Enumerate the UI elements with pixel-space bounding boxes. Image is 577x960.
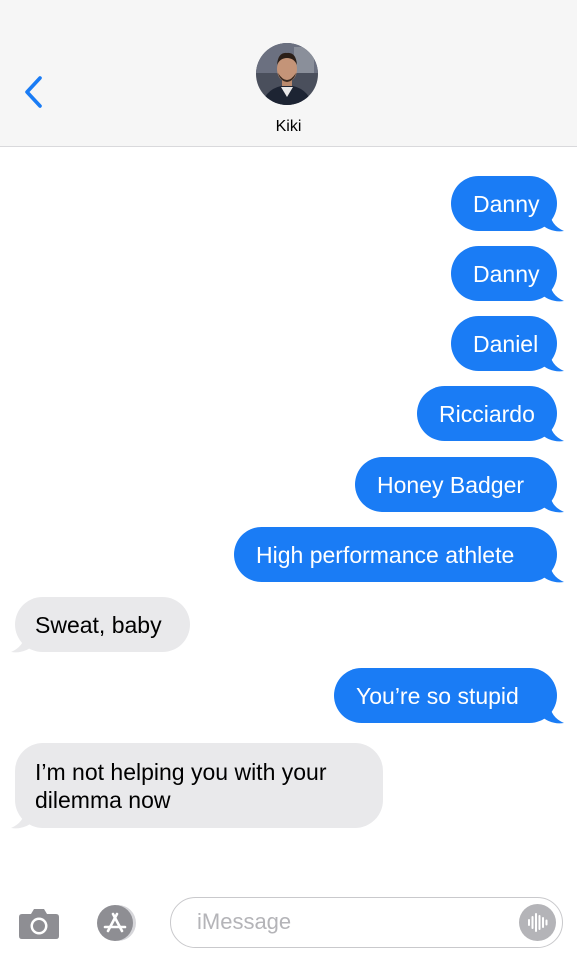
- bubble-tail: [540, 421, 564, 442]
- bubble-tail: [11, 632, 35, 653]
- message-text: I’m not helping you with your dilemma no…: [35, 758, 327, 813]
- message-text: You’re so stupid: [356, 682, 519, 709]
- message-bubble-sent[interactable]: Honey Badger: [355, 457, 557, 512]
- camera-icon: [19, 909, 59, 939]
- audio-message-button[interactable]: [519, 904, 556, 941]
- message-text: Danny: [473, 190, 540, 217]
- audio-waveform-icon: [519, 904, 556, 941]
- chevron-left-icon: [25, 76, 42, 108]
- message-bubble-sent[interactable]: High performance athlete: [234, 527, 557, 582]
- back-button[interactable]: [14, 70, 54, 114]
- bubble-tail: [540, 281, 564, 302]
- message-text: High performance athlete: [256, 541, 515, 568]
- message-text: Sweat, baby: [35, 611, 162, 638]
- app-store-button[interactable]: [93, 903, 147, 943]
- camera-button[interactable]: [18, 906, 60, 940]
- message-bubble-sent[interactable]: Ricciardo: [417, 386, 557, 441]
- message-text: Danny: [473, 260, 540, 287]
- compose-bar: [0, 886, 577, 960]
- message-bubble-sent[interactable]: You’re so stupid: [334, 668, 557, 723]
- message-input-container: [170, 897, 563, 948]
- message-bubble-received[interactable]: I’m not helping you with your dilemma no…: [15, 743, 383, 828]
- bubble-tail: [540, 211, 564, 232]
- bubble-tail: [540, 351, 564, 372]
- contact-name[interactable]: Kiki: [0, 118, 577, 136]
- message-text: Honey Badger: [377, 471, 525, 498]
- bubble-tail: [540, 562, 564, 583]
- conversation-header: Kiki: [0, 0, 577, 147]
- contact-avatar[interactable]: [256, 43, 318, 105]
- bubble-tail: [540, 492, 564, 513]
- message-bubble-received[interactable]: Sweat, baby: [15, 597, 190, 652]
- bubble-tail: [540, 703, 564, 724]
- message-text: Ricciardo: [439, 400, 535, 427]
- bubble-tail: [11, 808, 35, 829]
- message-text: Daniel: [473, 330, 539, 357]
- app-store-icon: [97, 905, 136, 941]
- message-input[interactable]: [197, 898, 497, 946]
